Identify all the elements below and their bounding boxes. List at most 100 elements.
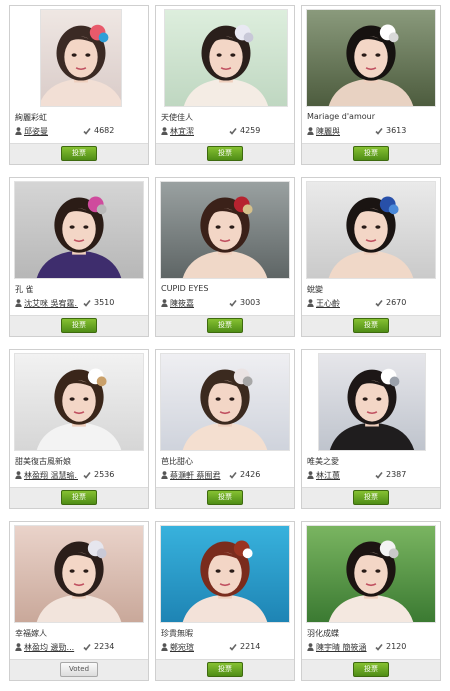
entry-card: CUPID EYES 陳筱嘉 3003 投票 xyxy=(155,177,295,337)
entry-author-link[interactable]: 沈艾咪 吳宥霆... xyxy=(24,298,78,309)
check-icon xyxy=(83,644,91,651)
entry-card: 幸福嫁人 林盈均 邊勁... 2234 Voted xyxy=(9,521,149,681)
entry-meta: 王心齡 2670 xyxy=(307,298,437,308)
entry-photo[interactable] xyxy=(160,525,290,623)
vote-button[interactable]: 投票 xyxy=(207,318,243,333)
entry-card: 絢麗彩虹邱姿曼 4682 投票 xyxy=(9,5,149,165)
vote-button[interactable]: 投票 xyxy=(61,490,97,505)
entry-meta: 林盈均 邊勁... 2234 xyxy=(15,642,145,652)
entry-photo[interactable] xyxy=(306,525,436,623)
vote-count: 4682 xyxy=(94,126,115,135)
vote-button[interactable]: 投票 xyxy=(353,662,389,677)
person-icon xyxy=(161,299,168,307)
entry-meta: 林宜潔 4259 xyxy=(161,126,291,136)
entry-author-link[interactable]: 邱姿曼 xyxy=(24,126,78,137)
entry-meta: 陳筱嘉 3003 xyxy=(161,298,291,308)
entry-author-link[interactable]: 林盈均 邊勁... xyxy=(24,642,78,653)
check-icon xyxy=(229,128,237,135)
entry-author-link[interactable]: 蔡灝軒 蔡囿君 xyxy=(170,470,224,481)
entry-card: 羽化成蝶 陳宇晴 簡筱涵 2120 投票 xyxy=(301,521,441,681)
entry-meta: 鄭宛瑄 2214 xyxy=(161,642,291,652)
entry-author-link[interactable]: 林宜潔 xyxy=(170,126,224,137)
entry-author-link[interactable]: 陳宇晴 簡筱涵 xyxy=(316,642,370,653)
person-icon xyxy=(307,471,314,479)
entry-meta: 沈艾咪 吳宥霆... 3510 xyxy=(15,298,145,308)
entry-card: Mariage d'amour 陳麗與 3613 投票 xyxy=(301,5,441,165)
entry-photo[interactable] xyxy=(14,181,144,279)
entry-title: 唯美之愛 xyxy=(307,457,339,466)
vote-count: 2426 xyxy=(240,470,261,479)
entry-footer: 投票 xyxy=(156,487,294,508)
entry-photo[interactable] xyxy=(40,9,122,107)
entry-author-link[interactable]: 林盈翔 温慧瑜... xyxy=(24,470,78,481)
entry-footer: 投票 xyxy=(156,659,294,680)
entry-title: 幸福嫁人 xyxy=(15,629,47,638)
entry-title: CUPID EYES xyxy=(161,284,209,293)
vote-button[interactable]: 投票 xyxy=(353,318,389,333)
entry-meta: 林盈翔 温慧瑜... 2536 xyxy=(15,470,145,480)
entry-author-link[interactable]: 陳麗與 xyxy=(316,126,370,137)
vote-count: 3003 xyxy=(240,298,261,307)
vote-button[interactable]: 投票 xyxy=(207,146,243,161)
entry-title: Mariage d'amour xyxy=(307,112,375,121)
entry-card: 唯美之愛 林江蕙 2387 投票 xyxy=(301,349,441,509)
check-icon xyxy=(83,472,91,479)
check-icon xyxy=(229,472,237,479)
entry-author-link[interactable]: 鄭宛瑄 xyxy=(170,642,224,653)
person-icon xyxy=(15,299,22,307)
vote-count: 3613 xyxy=(386,126,407,135)
entry-title: 芭比甜心 xyxy=(161,457,193,466)
check-icon xyxy=(375,128,383,135)
check-icon xyxy=(375,644,383,651)
entry-card: 甜美復古風新娘 林盈翔 温慧瑜... 2536 投票 xyxy=(9,349,149,509)
vote-button[interactable]: 投票 xyxy=(61,318,97,333)
check-icon xyxy=(83,128,91,135)
entry-photo[interactable] xyxy=(318,353,426,451)
check-icon xyxy=(83,300,91,307)
entry-footer: 投票 xyxy=(10,143,148,164)
vote-count: 2670 xyxy=(386,298,407,307)
person-icon xyxy=(15,471,22,479)
entry-title: 天使佳人 xyxy=(161,113,193,122)
entry-title: 絢麗彩虹 xyxy=(15,113,47,122)
entry-title: 羽化成蝶 xyxy=(307,629,339,638)
entry-author-link[interactable]: 陳筱嘉 xyxy=(170,298,224,309)
vote-count: 2214 xyxy=(240,642,261,651)
entry-author-link[interactable]: 林江蕙 xyxy=(316,470,370,481)
entry-footer: 投票 xyxy=(156,315,294,336)
vote-count: 3510 xyxy=(94,298,115,307)
vote-count: 2536 xyxy=(94,470,115,479)
entry-meta: 陳麗與 3613 xyxy=(307,126,437,136)
entry-footer: 投票 xyxy=(302,143,440,164)
entry-author-link[interactable]: 王心齡 xyxy=(316,298,370,309)
entry-photo[interactable] xyxy=(306,181,436,279)
entry-footer: 投票 xyxy=(10,315,148,336)
vote-button[interactable]: 投票 xyxy=(207,662,243,677)
vote-button[interactable]: 投票 xyxy=(207,490,243,505)
vote-button[interactable]: 投票 xyxy=(61,146,97,161)
entry-footer: 投票 xyxy=(302,487,440,508)
entry-title: 孔 雀 xyxy=(15,285,34,294)
entry-photo[interactable] xyxy=(160,181,290,279)
person-icon xyxy=(161,127,168,135)
entry-title: 珍貴無暇 xyxy=(161,629,193,638)
person-icon xyxy=(15,127,22,135)
vote-button[interactable]: 投票 xyxy=(353,490,389,505)
vote-count: 4259 xyxy=(240,126,261,135)
person-icon xyxy=(307,127,314,135)
entry-footer: 投票 xyxy=(302,315,440,336)
person-icon xyxy=(307,299,314,307)
person-icon xyxy=(161,643,168,651)
entry-photo[interactable] xyxy=(306,9,436,107)
entry-footer: 投票 xyxy=(302,659,440,680)
entry-footer: 投票 xyxy=(10,487,148,508)
entry-footer: 投票 xyxy=(156,143,294,164)
check-icon xyxy=(229,644,237,651)
entry-photo[interactable] xyxy=(14,525,144,623)
vote-button[interactable]: 投票 xyxy=(353,146,389,161)
vote-count: 2234 xyxy=(94,642,115,651)
entry-photo[interactable] xyxy=(14,353,144,451)
entry-photo[interactable] xyxy=(160,353,290,451)
check-icon xyxy=(229,300,237,307)
entry-photo[interactable] xyxy=(164,9,288,107)
